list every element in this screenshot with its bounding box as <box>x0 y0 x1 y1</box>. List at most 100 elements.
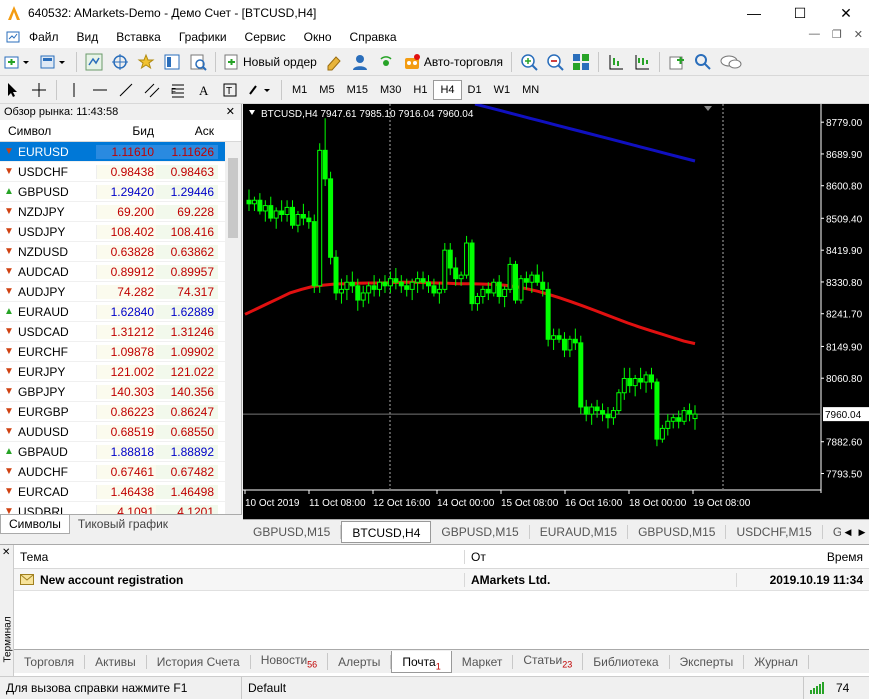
chart-canvas[interactable]: 8779.00 8689.90 8600.80 8509.40 8419.90 8330.… <box>243 104 869 519</box>
autoscroll-icon[interactable] <box>631 51 653 73</box>
market-watch-row[interactable]: ▼ AUDCHF 0.67461 0.67482 <box>0 462 241 482</box>
menu-charts[interactable]: Графики <box>170 30 236 44</box>
tab-symbols[interactable]: Символы <box>0 515 70 534</box>
market-watch-row[interactable]: ▼ AUDUSD 0.68519 0.68550 <box>0 422 241 442</box>
tab-experts[interactable]: Эксперты <box>670 654 745 669</box>
market-watch-row[interactable]: ▲ EURAUD 1.62840 1.62889 <box>0 302 241 322</box>
market-watch-row[interactable]: ▲ GBPUSD 1.29420 1.29446 <box>0 182 241 202</box>
mdi-minimize-button[interactable]: — <box>809 28 820 41</box>
column-subject[interactable]: Тема <box>14 550 464 564</box>
column-ask[interactable]: Аск <box>156 124 218 138</box>
market-watch-row[interactable]: ▼ EURJPY 121.002 121.022 <box>0 362 241 382</box>
trendline-icon[interactable] <box>115 79 137 101</box>
status-connection[interactable]: 74 <box>804 677 855 699</box>
profiles-button[interactable] <box>38 51 70 73</box>
market-watch-row[interactable]: ▼ AUDJPY 74.282 74.317 <box>0 282 241 302</box>
text-icon[interactable]: A <box>193 79 215 101</box>
timeframe-h4[interactable]: H4 <box>433 79 462 100</box>
minimize-button[interactable]: — <box>731 0 777 26</box>
tab-scroll-left-icon[interactable]: ◀ <box>845 527 852 538</box>
timeframe-h1[interactable]: H1 <box>407 80 433 100</box>
market-watch-row[interactable]: ▼ EURGBP 0.86223 0.86247 <box>0 402 241 422</box>
horizontal-line-icon[interactable] <box>89 79 111 101</box>
zoom-in-icon[interactable] <box>518 51 540 73</box>
timeframe-mn[interactable]: MN <box>516 80 545 100</box>
chart-tab[interactable]: GBPUSD,M15 <box>243 524 342 539</box>
signal-icon[interactable] <box>375 51 397 73</box>
cursor-icon[interactable] <box>2 79 24 101</box>
chart-tab[interactable]: GBPUSD,M15 <box>431 524 530 539</box>
tab-trade[interactable]: Торговля <box>14 654 86 669</box>
timeframe-d1[interactable]: D1 <box>462 80 488 100</box>
favorites-star-icon[interactable] <box>135 51 157 73</box>
tab-news[interactable]: Новости56 <box>251 653 329 670</box>
market-watch-scrollbar[interactable] <box>225 142 241 514</box>
new-order-button[interactable]: Новый ордер <box>222 51 319 73</box>
metaeditor-icon[interactable] <box>323 51 345 73</box>
market-watch-row[interactable]: ▼ USDJPY 108.402 108.416 <box>0 222 241 242</box>
menu-help[interactable]: Справка <box>341 30 406 44</box>
market-watch-row[interactable]: ▲ GBPAUD 1.88818 1.88892 <box>0 442 241 462</box>
tab-code-base[interactable]: Библиотека <box>583 654 670 669</box>
auto-trading-button[interactable]: Авто-торговля <box>401 51 505 73</box>
market-watch-row[interactable]: ▼ EURCHF 1.09878 1.09902 <box>0 342 241 362</box>
market-watch-row[interactable]: ▼ NZDJPY 69.200 69.228 <box>0 202 241 222</box>
tab-exposure[interactable]: Активы <box>85 654 147 669</box>
label-icon[interactable]: T <box>219 79 241 101</box>
data-window-icon[interactable] <box>161 51 183 73</box>
tab-articles[interactable]: Статьи23 <box>513 653 584 670</box>
chart-tab[interactable]: GBPUSD,M15 <box>628 524 727 539</box>
chart-tab[interactable]: EURAUD,M15 <box>530 524 629 539</box>
close-button[interactable]: ✕ <box>823 0 869 26</box>
tile-windows-icon[interactable] <box>570 51 592 73</box>
crosshair-icon[interactable] <box>28 79 50 101</box>
chat-icon[interactable] <box>718 51 744 73</box>
chart-shift-icon[interactable] <box>605 51 627 73</box>
menu-file[interactable]: Файл <box>20 30 68 44</box>
tab-account-history[interactable]: История Счета <box>147 654 251 669</box>
chart-tab-active[interactable]: BTCUSD,H4 <box>341 520 432 543</box>
menu-window[interactable]: Окно <box>295 30 341 44</box>
chart-window-icon[interactable] <box>6 30 20 44</box>
tab-journal[interactable]: Журнал <box>744 654 810 669</box>
market-watch-row[interactable]: ▼ GBPJPY 140.303 140.356 <box>0 382 241 402</box>
user-profile-icon[interactable] <box>349 51 371 73</box>
search-icon[interactable] <box>692 51 714 73</box>
market-watch-row[interactable]: ▼ USDCAD 1.31212 1.31246 <box>0 322 241 342</box>
column-symbol[interactable]: Символ <box>0 124 96 138</box>
tab-mailbox[interactable]: Почта1 <box>391 650 452 673</box>
vertical-line-icon[interactable] <box>63 79 85 101</box>
market-watch-toggle-icon[interactable] <box>83 51 105 73</box>
zoom-out-icon[interactable] <box>544 51 566 73</box>
market-watch-row[interactable]: ▼ NZDUSD 0.63828 0.63862 <box>0 242 241 262</box>
menu-tools[interactable]: Сервис <box>236 30 295 44</box>
new-chart-button[interactable] <box>2 51 34 73</box>
arrows-icon[interactable] <box>245 79 275 101</box>
timeframe-m5[interactable]: M5 <box>313 80 340 100</box>
market-watch-close-icon[interactable]: ✕ <box>226 105 235 118</box>
channel-icon[interactable] <box>141 79 163 101</box>
maximize-button[interactable]: ☐ <box>777 0 823 26</box>
price-chart[interactable]: 8779.00 8689.90 8600.80 8509.40 8419.90 8330.… <box>243 104 869 519</box>
indicators-icon[interactable] <box>666 51 688 73</box>
tab-market[interactable]: Маркет <box>452 654 514 669</box>
timeframe-m1[interactable]: M1 <box>286 80 313 100</box>
timeframe-m15[interactable]: M15 <box>341 80 374 100</box>
crosshair-navigator-icon[interactable] <box>109 51 131 73</box>
scrollbar-thumb[interactable] <box>228 158 238 238</box>
strategy-tester-icon[interactable] <box>187 51 209 73</box>
column-time[interactable]: Время <box>736 550 869 564</box>
fibonacci-icon[interactable]: F <box>167 79 189 101</box>
market-watch-row[interactable]: ▼ EURCAD 1.46438 1.46498 <box>0 482 241 502</box>
menu-insert[interactable]: Вставка <box>107 30 170 44</box>
market-watch-row[interactable]: ▼ USDCHF 0.98438 0.98463 <box>0 162 241 182</box>
market-watch-row[interactable]: ▼ AUDCAD 0.89912 0.89957 <box>0 262 241 282</box>
timeframe-m30[interactable]: M30 <box>374 80 407 100</box>
timeframe-w1[interactable]: W1 <box>488 80 517 100</box>
market-watch-row[interactable]: ▼ EURUSD 1.11610 1.11626 <box>0 142 241 162</box>
tab-tick-chart[interactable]: Тиковый график <box>70 515 176 533</box>
chart-tab[interactable]: USDCHF,M15 <box>726 524 823 539</box>
mdi-restore-button[interactable]: ❐ <box>832 28 842 41</box>
menu-view[interactable]: Вид <box>68 30 108 44</box>
terminal-close-icon[interactable]: ✕ <box>2 547 10 558</box>
